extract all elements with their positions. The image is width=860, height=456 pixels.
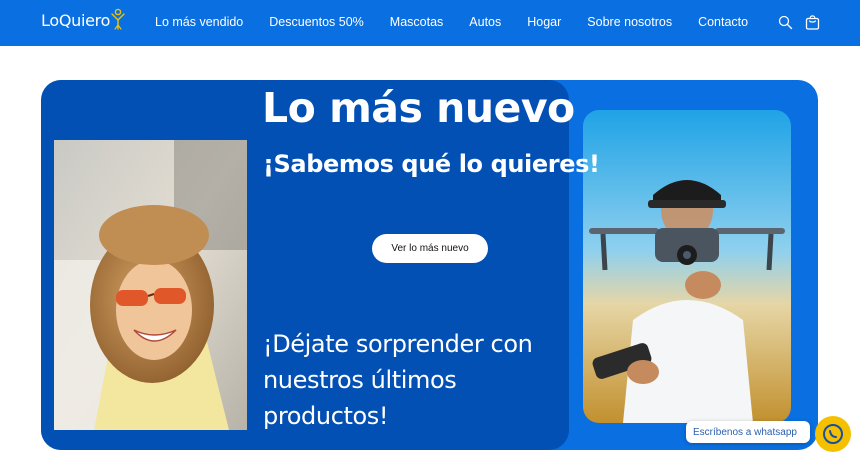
- hero-title: Lo más nuevo: [262, 84, 575, 132]
- site-header: LoQuiero Lo más vendido Descuentos 50% M…: [0, 0, 860, 46]
- hero-subtitle: ¡Sabemos qué lo quieres!: [263, 150, 600, 178]
- hero-body-text: ¡Déjate sorprender con nuestros últimos …: [263, 330, 533, 430]
- cart-icon[interactable]: [805, 14, 820, 30]
- ver-lo-mas-nuevo-button[interactable]: Ver lo más nuevo: [372, 234, 488, 263]
- hero-image-drone-man: [583, 110, 791, 423]
- nav-mascotas[interactable]: Mascotas: [390, 15, 444, 29]
- nav-descuentos[interactable]: Descuentos 50%: [269, 15, 364, 29]
- logo-text: LoQuiero: [41, 11, 111, 30]
- whatsapp-icon: [823, 424, 843, 444]
- nav-sobre-nosotros[interactable]: Sobre nosotros: [587, 15, 672, 29]
- nav-lo-mas-vendido[interactable]: Lo más vendido: [155, 15, 243, 29]
- nav-hogar[interactable]: Hogar: [527, 15, 561, 29]
- main-nav: Lo más vendido Descuentos 50% Mascotas A…: [155, 15, 774, 29]
- site-logo[interactable]: LoQuiero: [41, 8, 125, 30]
- hero-image-woman: [54, 140, 247, 430]
- whatsapp-chat-label[interactable]: Escríbenos a whatsapp: [686, 421, 810, 443]
- logo-figure-icon: [111, 8, 125, 30]
- nav-autos[interactable]: Autos: [469, 15, 501, 29]
- nav-contacto[interactable]: Contacto: [698, 15, 748, 29]
- search-icon[interactable]: [778, 15, 793, 30]
- whatsapp-button[interactable]: [815, 416, 851, 452]
- hero-banner: Lo más nuevo ¡Sabemos qué lo quieres! Ve…: [41, 80, 818, 450]
